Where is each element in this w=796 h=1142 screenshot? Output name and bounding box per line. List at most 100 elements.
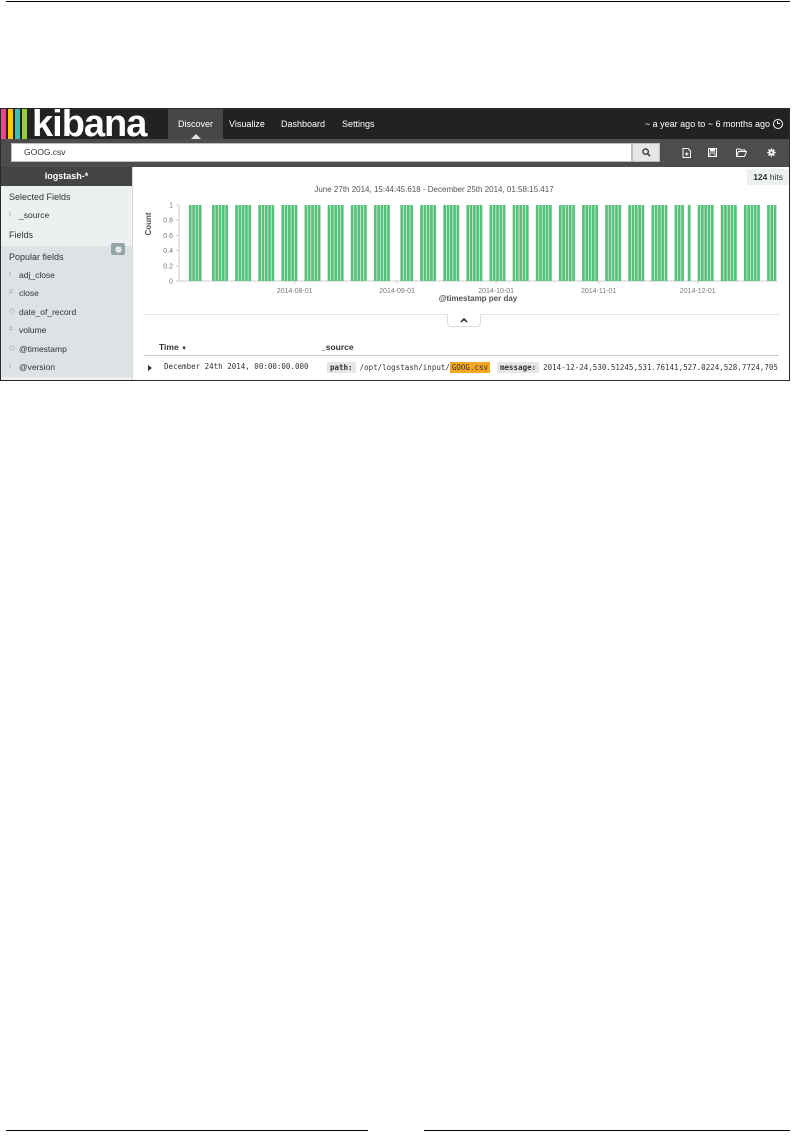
- histogram-bar[interactable]: [681, 205, 684, 281]
- histogram-bar[interactable]: [591, 205, 595, 281]
- histogram-bar[interactable]: [387, 205, 390, 281]
- tab-visualize[interactable]: Visualize: [219, 109, 275, 139]
- histogram-bar[interactable]: [218, 205, 222, 281]
- histogram-bar[interactable]: [674, 205, 678, 281]
- histogram-bar[interactable]: [235, 205, 238, 281]
- histogram-bar[interactable]: [317, 205, 321, 281]
- histogram-bar[interactable]: [677, 205, 681, 281]
- histogram-chart[interactable]: 0 0.2 0.4 0.6 0.8 1 2014-08-01 2014-09-01 2014-1…: [134, 167, 789, 312]
- kibana-logo[interactable]: [1, 109, 29, 139]
- histogram-bar[interactable]: [525, 205, 529, 281]
- histogram-bar[interactable]: [446, 205, 450, 281]
- histogram-bar[interactable]: [377, 205, 380, 281]
- histogram-bar[interactable]: [611, 205, 615, 281]
- histogram-bar[interactable]: [661, 205, 665, 281]
- tab-discover[interactable]: Discover: [168, 109, 224, 139]
- histogram-bar[interactable]: [539, 205, 542, 281]
- histogram-bar[interactable]: [198, 205, 202, 281]
- histogram-bar[interactable]: [687, 205, 691, 281]
- histogram-bar[interactable]: [502, 205, 506, 281]
- histogram-bar[interactable]: [479, 205, 483, 281]
- histogram-bar[interactable]: [307, 205, 311, 281]
- histogram-bar[interactable]: [261, 205, 265, 281]
- histogram-bar[interactable]: [565, 205, 569, 281]
- histogram-bar[interactable]: [724, 205, 727, 281]
- histogram-bar[interactable]: [720, 205, 724, 281]
- histogram-bar[interactable]: [568, 205, 572, 281]
- histogram-bar[interactable]: [268, 205, 271, 281]
- histogram-bar[interactable]: [727, 205, 731, 281]
- histogram-bar[interactable]: [473, 205, 476, 281]
- histogram-bar[interactable]: [572, 205, 575, 281]
- histogram-bar[interactable]: [304, 205, 308, 281]
- histogram-bar[interactable]: [443, 205, 447, 281]
- field-item-volume[interactable]: # volume: [1, 321, 132, 340]
- histogram-bar[interactable]: [248, 205, 252, 281]
- histogram-bar[interactable]: [631, 205, 635, 281]
- histogram-bar[interactable]: [400, 205, 404, 281]
- histogram-bar[interactable]: [195, 205, 199, 281]
- field-item-close[interactable]: # close: [1, 284, 132, 303]
- histogram-bar[interactable]: [618, 205, 622, 281]
- search-input[interactable]: GOOG.csv: [11, 143, 632, 162]
- histogram-bar[interactable]: [311, 205, 314, 281]
- histogram-bar[interactable]: [340, 205, 344, 281]
- histogram-bar[interactable]: [423, 205, 427, 281]
- histogram-bar[interactable]: [747, 205, 750, 281]
- histogram-bar[interactable]: [334, 205, 337, 281]
- histogram-bar[interactable]: [605, 205, 608, 281]
- histogram-bar[interactable]: [264, 205, 268, 281]
- histogram-bar[interactable]: [420, 205, 423, 281]
- histogram-bar[interactable]: [430, 205, 433, 281]
- histogram-bar[interactable]: [558, 205, 562, 281]
- save-search-button[interactable]: [701, 143, 723, 162]
- histogram-bar[interactable]: [707, 205, 711, 281]
- histogram-bar[interactable]: [710, 205, 714, 281]
- histogram-bar[interactable]: [585, 205, 589, 281]
- collapse-chart-button[interactable]: [447, 314, 481, 327]
- field-settings-button[interactable]: [111, 243, 125, 255]
- histogram-bar[interactable]: [730, 205, 734, 281]
- tab-dashboard[interactable]: Dashboard: [271, 109, 335, 139]
- histogram-bar[interactable]: [641, 205, 645, 281]
- time-picker[interactable]: ~ a year ago to ~ 6 months ago: [645, 109, 783, 139]
- histogram-bar[interactable]: [588, 205, 592, 281]
- histogram-bar[interactable]: [753, 205, 757, 281]
- histogram-bar[interactable]: [628, 205, 632, 281]
- histogram-bar[interactable]: [357, 205, 361, 281]
- histogram-bar[interactable]: [406, 205, 410, 281]
- histogram-bar[interactable]: [337, 205, 341, 281]
- new-search-button[interactable]: [675, 143, 697, 162]
- histogram-bar[interactable]: [634, 205, 638, 281]
- histogram-bar[interactable]: [212, 205, 215, 281]
- histogram-bar[interactable]: [350, 205, 354, 281]
- tab-settings[interactable]: Settings: [332, 109, 385, 139]
- histogram-bar[interactable]: [403, 205, 407, 281]
- histogram-bar[interactable]: [535, 205, 539, 281]
- histogram-bar[interactable]: [654, 205, 658, 281]
- histogram-bar[interactable]: [767, 205, 770, 281]
- histogram-bar[interactable]: [433, 205, 437, 281]
- settings-button[interactable]: [760, 143, 782, 162]
- histogram-bar[interactable]: [281, 205, 285, 281]
- histogram-bar[interactable]: [245, 205, 248, 281]
- field-item-source[interactable]: t _source: [1, 206, 132, 225]
- histogram-bar[interactable]: [225, 205, 228, 281]
- histogram-bar[interactable]: [515, 205, 519, 281]
- histogram-bar[interactable]: [701, 205, 704, 281]
- histogram-bar[interactable]: [380, 205, 384, 281]
- histogram-bar[interactable]: [426, 205, 430, 281]
- histogram-bar[interactable]: [364, 205, 367, 281]
- histogram-bar[interactable]: [638, 205, 641, 281]
- search-button[interactable]: [632, 143, 660, 162]
- histogram-bar[interactable]: [519, 205, 523, 281]
- histogram-bar[interactable]: [469, 205, 473, 281]
- histogram-bar[interactable]: [595, 205, 598, 281]
- histogram-bar[interactable]: [476, 205, 480, 281]
- histogram-bar[interactable]: [658, 205, 661, 281]
- histogram-bar[interactable]: [549, 205, 552, 281]
- histogram-bar[interactable]: [291, 205, 295, 281]
- histogram-bar[interactable]: [651, 205, 655, 281]
- histogram-bar[interactable]: [453, 205, 456, 281]
- histogram-bar[interactable]: [615, 205, 618, 281]
